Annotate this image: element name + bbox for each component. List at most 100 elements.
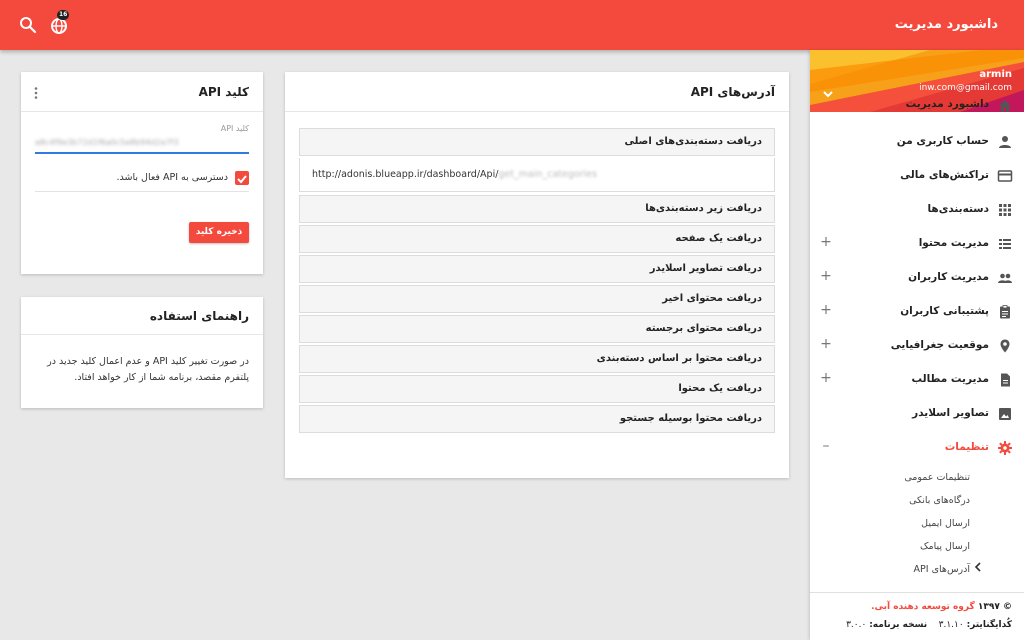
submenu-item-label: آدرس‌های API — [913, 564, 970, 575]
notification-badge: 16 — [57, 10, 70, 20]
top-bar: داشبورد مدیریت 16 — [0, 0, 1024, 50]
help-text: در صورت تغییر کلید API و عدم اعمال کلید … — [47, 356, 249, 383]
search-icon[interactable] — [16, 13, 40, 37]
api-url-text: http://adonis.blueapp.ir/dashboard/Api/ — [312, 169, 499, 180]
accordion-item[interactable]: دریافت یک محتوا — [299, 375, 775, 403]
sidebar-item-settings[interactable]: تنظیمات – — [810, 432, 1024, 466]
submenu-item-bank-gateways[interactable]: درگاه‌های بانکی — [810, 489, 1024, 512]
expand-icon[interactable]: + — [820, 234, 832, 250]
globe-icon[interactable]: 16 — [48, 10, 72, 37]
people-icon — [997, 270, 1013, 286]
sidebar-item-my-account[interactable]: حساب کاربری من — [810, 126, 1024, 160]
codeigniter-label: کُدایگنایتر: — [966, 620, 1012, 630]
submenu-item-label: تنظیمات عمومی — [904, 472, 970, 483]
accordion-title: دریافت محتوا بوسیله جستجو — [619, 413, 762, 424]
version-info: کُدایگنایتر: ۳.۱.۱۰ نسخه برنامه: ۳.۰.۰ — [846, 620, 1012, 630]
sidebar-item-content-management[interactable]: مدیریت محتوا + — [810, 228, 1024, 262]
expand-icon[interactable]: + — [820, 370, 832, 386]
api-key-label: کلید API — [220, 124, 249, 133]
chevron-down-icon[interactable] — [822, 85, 834, 98]
image-icon — [997, 406, 1013, 422]
submenu-item-general-settings[interactable]: تنظیمات عمومی — [810, 466, 1024, 489]
accordion-item-main-categories[interactable]: دریافت دسته‌بندی‌های اصلی — [299, 128, 775, 156]
sidebar-item-label: تنظیمات — [944, 441, 989, 453]
gear-icon — [997, 440, 1013, 456]
sidebar: armin inw.com@gmail.com داشبورد مدیریت ح… — [810, 50, 1024, 640]
sidebar-item-label: مدیریت محتوا — [918, 237, 989, 249]
save-key-button[interactable]: ذخیره کلید — [189, 222, 249, 243]
expand-icon[interactable]: + — [820, 336, 832, 352]
sidebar-item-dashboard[interactable]: داشبورد مدیریت — [810, 98, 1024, 126]
submenu-item-label: ارسال ایمیل — [921, 518, 970, 529]
sidebar-item-label: تراکنش‌های مالی — [900, 169, 989, 181]
file-icon — [997, 372, 1013, 388]
expand-icon[interactable]: + — [820, 268, 832, 284]
person-icon — [997, 134, 1013, 150]
submenu-item-label: ارسال پیامک — [919, 541, 970, 552]
accordion-item[interactable]: دریافت محتوا بوسیله جستجو — [299, 405, 775, 433]
accordion-item[interactable]: دریافت زیر دسته‌بندی‌ها — [299, 195, 775, 223]
accordion-item[interactable]: دریافت تصاویر اسلایدر — [299, 255, 775, 283]
submenu-item-send-email[interactable]: ارسال ایمیل — [810, 512, 1024, 535]
home-icon — [997, 98, 1013, 114]
sidebar-item-label: موقعیت جغرافیایی — [890, 339, 989, 351]
api-url-blurred: get_main_categories — [498, 169, 598, 180]
api-addresses-card: آدرس‌های API دریافت دسته‌بندی‌های اصلی h… — [285, 72, 789, 478]
expand-icon[interactable]: + — [820, 302, 832, 318]
submenu-item-send-sms[interactable]: ارسال پیامک — [810, 535, 1024, 558]
list-icon — [997, 236, 1013, 252]
more-vertical-icon[interactable] — [33, 85, 39, 99]
sidebar-item-label: مدیریت کاربران — [908, 271, 989, 283]
accordion-title: دریافت زیر دسته‌بندی‌ها — [645, 203, 762, 214]
credit-card-icon — [997, 168, 1013, 184]
sidebar-item-slider-images[interactable]: تصاویر اسلایدر — [810, 398, 1024, 432]
codeigniter-version: ۳.۱.۱۰ — [938, 620, 964, 630]
user-email: inw.com@gmail.com — [919, 83, 1012, 93]
collapse-icon[interactable]: – — [820, 438, 832, 454]
grid-icon — [997, 202, 1013, 218]
accordion-item[interactable]: دریافت محتوای برجسته — [299, 315, 775, 343]
submenu-item-api-addresses[interactable]: آدرس‌های API — [810, 558, 1024, 581]
card-header: راهنمای استفاده — [21, 297, 263, 335]
card-header: آدرس‌های API — [285, 72, 789, 112]
sidebar-menu: داشبورد مدیریت حساب کاربری من تراکنش‌های… — [810, 98, 1024, 581]
app-version: ۳.۰.۰ — [846, 620, 867, 630]
settings-submenu: تنظیمات عمومی درگاه‌های بانکی ارسال ایمی… — [810, 466, 1024, 581]
sidebar-item-posts-management[interactable]: مدیریت مطالب + — [810, 364, 1024, 398]
copyright-year: © ۱۳۹۷ — [977, 602, 1012, 612]
accordion-title: دریافت محتوای اخیر — [662, 293, 762, 304]
accordion-title: دریافت تصاویر اسلایدر — [649, 263, 762, 274]
api-accordion: دریافت دسته‌بندی‌های اصلی http://adonis.… — [299, 128, 775, 435]
api-access-label: دسترسی به API فعال باشد. — [116, 172, 228, 183]
usage-guide-card: راهنمای استفاده در صورت تغییر کلید API و… — [21, 297, 263, 408]
api-key-input[interactable]: a8c4f9e3b72d1f6a0c5e8b94d2a7f3 — [35, 136, 249, 154]
sidebar-item-geo-location[interactable]: موقعیت جغرافیایی + — [810, 330, 1024, 364]
user-name: armin — [979, 69, 1012, 80]
sidebar-item-label: تصاویر اسلایدر — [912, 407, 989, 419]
api-key-value: a8c4f9e3b72d1f6a0c5e8b94d2a7f3 — [35, 138, 179, 147]
api-access-row: دسترسی به API فعال باشد. — [35, 170, 249, 192]
accordion-title: دریافت یک صفحه — [675, 233, 762, 244]
api-url[interactable]: http://adonis.blueapp.ir/dashboard/Api/g… — [312, 169, 597, 180]
submenu-item-label: درگاه‌های بانکی — [909, 495, 970, 506]
sidebar-item-label: دسته‌بندی‌ها — [927, 203, 989, 215]
sidebar-item-user-support[interactable]: پشتیبانی کاربران + — [810, 296, 1024, 330]
organization-link[interactable]: گروه توسعه دهنده آبی. — [871, 602, 975, 612]
sidebar-item-label: مدیریت مطالب — [911, 373, 989, 385]
sidebar-item-transactions[interactable]: تراکنش‌های مالی — [810, 160, 1024, 194]
accordion-body: http://adonis.blueapp.ir/dashboard/Api/g… — [299, 158, 775, 192]
accordion-title: دریافت یک محتوا — [678, 383, 762, 394]
accordion-item[interactable]: دریافت محتوای اخیر — [299, 285, 775, 313]
copyright: © ۱۳۹۷ گروه توسعه دهنده آبی. — [871, 602, 1012, 612]
accordion-title: دریافت محتوا بر اساس دسته‌بندی — [596, 353, 762, 364]
accordion-title: دریافت محتوای برجسته — [645, 323, 762, 334]
sidebar-item-categories[interactable]: دسته‌بندی‌ها — [810, 194, 1024, 228]
app-title[interactable]: داشبورد مدیریت — [895, 0, 998, 50]
accordion-item[interactable]: دریافت محتوا بر اساس دسته‌بندی — [299, 345, 775, 373]
sidebar-item-user-management[interactable]: مدیریت کاربران + — [810, 262, 1024, 296]
api-key-card: کلید API کلید API a8c4f9e3b72d1f6a0c5e8b… — [21, 72, 263, 274]
accordion-item[interactable]: دریافت یک صفحه — [299, 225, 775, 253]
card-header: کلید API — [21, 72, 263, 112]
accordion-title: دریافت دسته‌بندی‌های اصلی — [624, 136, 762, 147]
api-access-checkbox[interactable] — [235, 171, 249, 185]
